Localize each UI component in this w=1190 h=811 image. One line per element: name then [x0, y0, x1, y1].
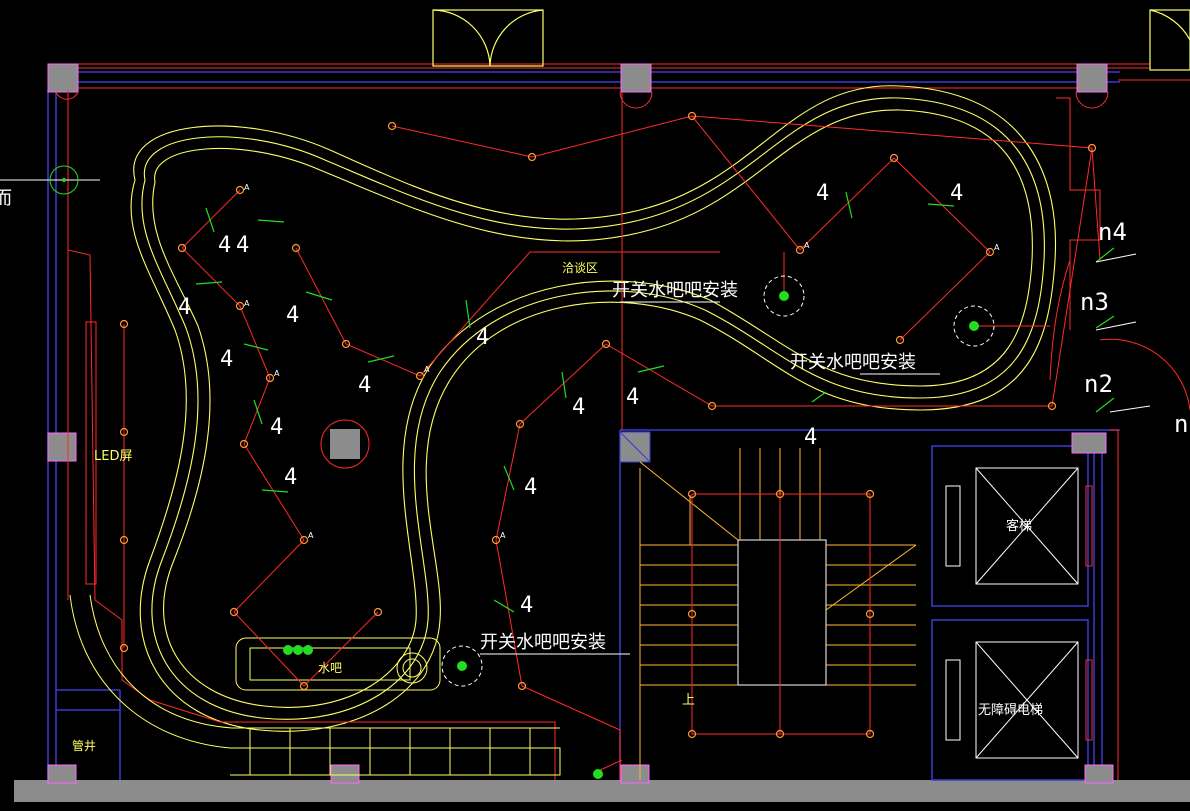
wire-count: 4 [816, 181, 829, 206]
area-labels: 洽谈区 LED屏 水吧 管井 客梯 无障碍电梯 上 而 [0, 188, 1043, 753]
wire-count: 4 [236, 233, 249, 258]
wire-count-labels: 4 4 4 4 4 4 4 4 4 4 4 4 4 4 4 4 [178, 181, 963, 618]
wire-count: 4 [524, 475, 537, 500]
curved-bench [69, 594, 561, 776]
wire-count: 4 [218, 233, 231, 258]
wire-count: 4 [220, 347, 233, 372]
left-edge-fragment: 而 [0, 188, 12, 209]
wire-count: 4 [950, 181, 963, 206]
floor-slab [14, 780, 1190, 802]
water-bar-label: 水吧 [318, 661, 342, 675]
wire-count: 4 [178, 295, 191, 320]
accessible-elevator-label: 无障碍电梯 [978, 703, 1043, 718]
wire-count: 4 [358, 373, 371, 398]
entrance-doors [432, 9, 1190, 71]
fixture-tag: A [244, 299, 250, 308]
wire-count: 4 [804, 425, 817, 450]
circuit-edge: n [1174, 410, 1188, 438]
negotiation-area-label: 洽谈区 [562, 261, 598, 275]
fixture-tag: A [244, 183, 250, 192]
wire-count: 4 [626, 385, 639, 410]
fixture-tag: A [308, 531, 314, 540]
switch-callouts: 开关水吧吧安装 开关水吧吧安装 开关水吧吧安装 [480, 280, 916, 653]
top-wall-lines [78, 63, 1150, 89]
circuit-n2: n2 [1084, 370, 1113, 398]
circuit-n3: n3 [1080, 288, 1109, 316]
fixture-tag: A [994, 243, 1000, 252]
light-fixtures [119, 111, 1097, 739]
wire-count: 4 [476, 325, 489, 350]
central-column [320, 419, 370, 469]
structural-columns [47, 63, 1114, 784]
wire-count: 4 [572, 395, 585, 420]
fixture-tag: A [424, 365, 430, 374]
floor-plan-drawing: A A A A A A A A 4 4 4 4 4 4 4 4 4 4 4 4 … [0, 9, 1190, 802]
wire-count: 4 [286, 303, 299, 328]
switch-callout-bottom: 开关水吧吧安装 [480, 632, 606, 653]
switch-callout-top: 开关水吧吧安装 [612, 280, 738, 301]
switch-callout-right: 开关水吧吧安装 [790, 352, 916, 373]
fixture-tag: A [274, 369, 280, 378]
wire-count: 4 [270, 415, 283, 440]
fixture-tag: A [500, 531, 506, 540]
stair-up-label: 上 [682, 693, 695, 708]
staircase [639, 448, 917, 780]
circuit-n4: n4 [1098, 218, 1127, 246]
wire-count: 4 [520, 593, 533, 618]
pipe-shaft-label: 管井 [72, 738, 96, 753]
led-screen-label: LED屏 [94, 449, 132, 464]
wire-count: 4 [284, 465, 297, 490]
passenger-elevator-label: 客梯 [1006, 518, 1032, 534]
fixture-tag: A [804, 241, 810, 250]
